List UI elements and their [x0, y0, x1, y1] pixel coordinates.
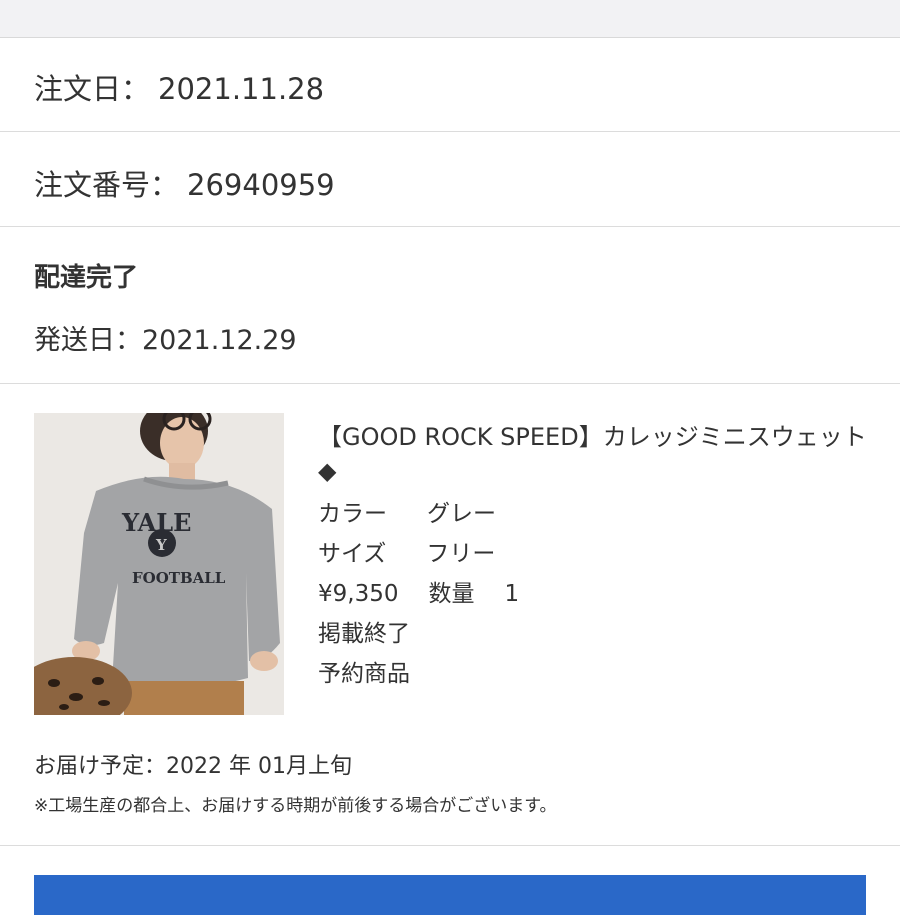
order-number-label: 注文番号：: [34, 168, 180, 202]
divider: [0, 845, 900, 846]
product-price-qty: ¥9,350 数量 1: [318, 574, 519, 608]
product-photo-illustration: YALE Y FOOTBALL: [34, 413, 284, 715]
shipment-status-section: 配達完了: [0, 227, 900, 384]
order-date-row: 注文日： 2021.11.28: [0, 38, 900, 132]
action-button[interactable]: [34, 875, 866, 915]
color-value: グレー: [427, 501, 496, 527]
qty-value: 1: [504, 581, 520, 607]
top-bar: [0, 0, 900, 38]
color-label: カラー: [318, 501, 387, 527]
delivery-note: ※工場生産の都合上、お届けする時期が前後する場合がございます。: [34, 796, 557, 816]
size-label: サイズ: [318, 541, 387, 567]
order-number-value: 26940959: [187, 168, 335, 202]
delivery-schedule: お届け予定：2022 年 01月上旬: [34, 754, 352, 779]
order-type: 予約商品: [318, 661, 410, 687]
qty-label: 数量: [428, 581, 475, 607]
print-football: FOOTBALL: [132, 569, 226, 587]
product-image[interactable]: YALE Y FOOTBALL: [34, 413, 284, 715]
ship-date: 発送日：2021.12.29: [34, 325, 297, 356]
order-date-label: 注文日：: [34, 72, 151, 106]
delivery-status: 配達完了: [34, 263, 139, 293]
price: ¥9,350: [318, 581, 399, 607]
listing-status: 掲載終了: [318, 621, 410, 647]
print-letter: Y: [155, 536, 167, 554]
order-number-row: 注文番号： 26940959: [0, 132, 900, 227]
product-size: サイズ フリー: [318, 534, 495, 568]
order-date-value: 2021.11.28: [158, 72, 325, 106]
size-value: フリー: [426, 541, 496, 567]
product-name-link[interactable]: 【GOOD ROCK SPEED】カレッジミニスウェット◆: [318, 420, 873, 488]
product-color: カラー グレー: [318, 494, 496, 528]
